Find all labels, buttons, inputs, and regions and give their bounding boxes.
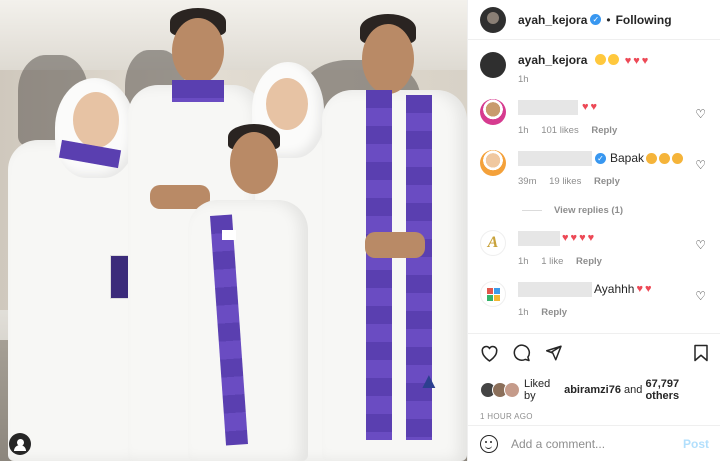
liker-avatars[interactable] [480,382,524,398]
post-side-panel: ayah_kejora ✓ • Following ayah_kejora ♥ ♥… [467,0,720,461]
author-username[interactable]: ayah_kejora [518,13,587,27]
heart-emoji-icon: ♥ [636,283,644,295]
comment-text: Bapak [610,151,645,165]
heart-emoji-icon: ♥ [590,101,598,113]
caption-avatar[interactable] [480,52,506,78]
header-separator: • [606,12,611,27]
reply-button[interactable]: Reply [591,125,617,136]
comment-time: 1h [518,125,529,136]
redacted-username [518,99,578,115]
comment-icon[interactable] [512,344,531,362]
reply-button[interactable]: Reply [576,256,602,267]
heart-outline-icon[interactable] [480,344,499,362]
comment-like-icon[interactable]: ♡ [695,107,706,121]
sad-emoji-icon [646,152,658,164]
following-button[interactable]: Following [616,13,672,27]
action-bar: Liked by abiramzi76 and 67,797 others 1 … [468,333,720,421]
caption-username[interactable]: ayah_kejora [518,53,587,67]
comment-item: Ayahhh ♥ ♥ 1h Reply ♡ [480,281,708,318]
sad-emoji-icon [659,152,671,164]
view-replies-label: View replies (1) [554,205,623,216]
emoji-icon [595,54,607,65]
likes-prefix: Liked by [524,378,551,402]
heart-emoji-icon: ♥ [570,232,578,244]
comment-time: 1h [518,307,529,318]
commenter-avatar[interactable] [480,99,506,125]
heart-emoji-icon: ♥ [562,232,569,244]
commenter-avatar[interactable] [480,281,506,307]
redacted-username [518,281,592,297]
heart-emoji-icon: ♥ [579,232,586,244]
heart-emoji-icon: ♥ [645,283,652,295]
comment-list: ayah_kejora ♥ ♥ ♥ 1h ♥ ♥ 1h 101 likes Re… [468,40,720,318]
heart-emoji-icon: ♥ [633,55,640,67]
heart-emoji-icon: ♥ [587,232,595,244]
redacted-username [518,150,592,166]
likes-count[interactable]: 67,797 others [645,378,709,402]
comment-time: 39m [518,176,537,187]
comment-item: ✓ Bapak 39m 19 likes Reply ♡ [480,150,708,187]
author-avatar[interactable] [480,6,506,33]
heart-emoji-icon: ♥ [582,101,589,113]
heart-emoji-icon: ♥ [624,55,632,67]
post-header: ayah_kejora ✓ • Following [468,0,720,40]
photo-logo: ▲ [418,368,440,393]
commenter-avatar[interactable]: A [480,230,506,256]
sad-emoji-icon [672,152,684,164]
add-comment-bar: Post [468,425,720,461]
emoji-icon [608,54,620,65]
post-photo[interactable]: ▲ [0,0,467,461]
emoji-icon[interactable] [480,434,498,453]
comment-time: 1h [518,256,529,267]
liker-avatar [504,382,520,398]
comment-likes[interactable]: 19 likes [549,176,581,187]
verified-badge-icon: ✓ [595,152,606,164]
comment-input[interactable] [511,436,683,451]
comment-item: A ♥ ♥ ♥ ♥ 1h 1 like Reply ♡ [480,230,708,267]
post-button[interactable]: Post [683,437,709,451]
verified-badge-icon: ✓ [590,14,602,25]
likes-conjunction: and [624,384,643,396]
comment-like-icon[interactable]: ♡ [695,158,706,172]
comment-item: ♥ ♥ 1h 101 likes Reply ♡ [480,99,708,136]
liker-username[interactable]: abiramzi76 [564,384,621,396]
user-tag-icon[interactable] [9,433,31,455]
likes-summary: Liked by abiramzi76 and 67,797 others [480,378,709,402]
post-timestamp: 1 HOUR AGO [480,412,533,421]
commenter-avatar[interactable] [480,150,506,176]
comment-likes[interactable]: 101 likes [541,125,579,136]
comment-text: Ayahhh [594,282,635,296]
replies-divider [522,210,542,211]
comment-likes[interactable]: 1 like [541,256,563,267]
redacted-username [518,230,560,246]
view-replies-button[interactable]: View replies (1) [522,205,708,216]
reply-button[interactable]: Reply [541,307,567,318]
bookmark-icon[interactable] [693,344,709,362]
caption-time: 1h [518,74,529,85]
reply-button[interactable]: Reply [594,176,620,187]
caption-emojis: ♥ ♥ ♥ [593,53,648,67]
heart-emoji-icon: ♥ [641,55,649,67]
comment-like-icon[interactable]: ♡ [695,289,706,303]
comment-like-icon[interactable]: ♡ [695,238,706,252]
caption: ayah_kejora ♥ ♥ ♥ 1h [480,52,708,85]
share-icon[interactable] [544,344,563,362]
